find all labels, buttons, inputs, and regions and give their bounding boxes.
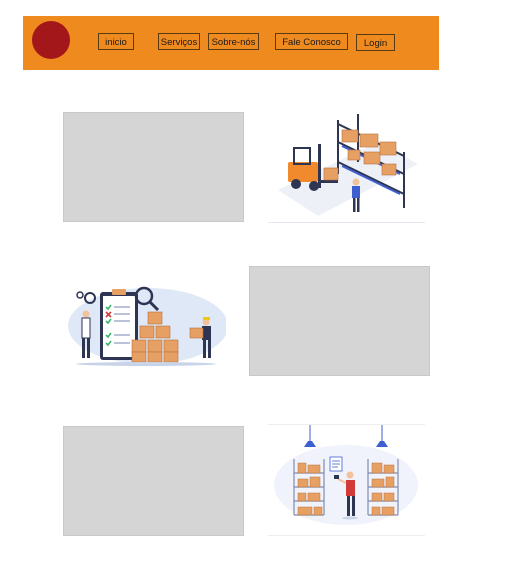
- content-placeholder-2: [249, 266, 430, 376]
- nav-sobre-button[interactable]: Sobre-nós: [208, 33, 259, 50]
- content-placeholder-1: [63, 112, 244, 222]
- nav-login-button[interactable]: Login: [356, 34, 395, 51]
- content-placeholder-3: [63, 426, 244, 536]
- nav-inicio-button[interactable]: inicio: [98, 33, 134, 50]
- warehouse-shelves-illustration: [268, 424, 425, 536]
- top-navbar: inicio Serviços Sobre-nós Fale Conosco L…: [23, 16, 439, 70]
- nav-fale-conosco-button[interactable]: Fale Conosco: [275, 33, 348, 50]
- nav-servicos-button[interactable]: Serviços: [158, 33, 200, 50]
- forklift-warehouse-illustration: [268, 112, 425, 223]
- inventory-checklist-illustration: [66, 278, 226, 368]
- logo[interactable]: [32, 21, 70, 59]
